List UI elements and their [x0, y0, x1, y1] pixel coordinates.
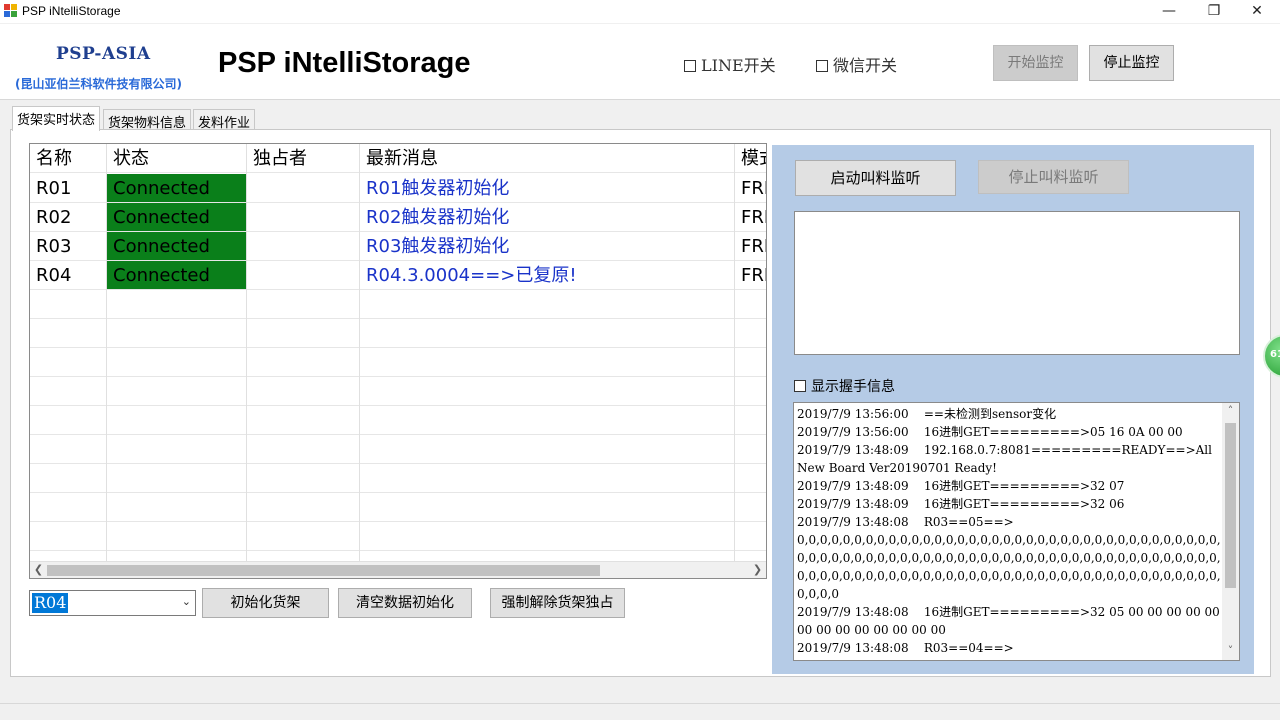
app-title: PSP iNtelliStorage [218, 47, 471, 79]
log-textbox[interactable]: 2019/7/9 13:56:00 ==未检测到sensor变化 2019/7/… [793, 402, 1240, 661]
minimize-button[interactable]: — [1146, 0, 1192, 23]
scrollbar-thumb[interactable] [1225, 423, 1236, 588]
table-row[interactable]: R01 Connected R01触发器初始化 FREE [30, 174, 766, 203]
restore-button[interactable]: ❐ [1191, 0, 1237, 23]
cell-message: R03触发器初始化 [360, 232, 735, 260]
cell-message: R04.3.0004==>已复原! [360, 261, 735, 289]
cell-mode: FREE [741, 178, 766, 199]
cell-status: Connected [107, 232, 247, 260]
empty-row [30, 406, 766, 435]
empty-row [30, 522, 766, 551]
grid-header-row: 名称 状态 独占者 最新消息 模式 [30, 144, 766, 173]
horizontal-scrollbar[interactable]: ❮ ❯ [30, 561, 766, 578]
column-header-mode[interactable]: 模式 [735, 144, 766, 172]
column-header-name[interactable]: 名称 [30, 144, 107, 172]
cell-owner [247, 261, 360, 289]
wechat-switch-checkbox[interactable]: 微信开关 [816, 52, 897, 76]
column-divider [359, 144, 360, 562]
empty-row [30, 464, 766, 493]
tab-rack-status[interactable]: 货架实时状态 [12, 106, 101, 131]
empty-row [30, 493, 766, 522]
column-header-owner[interactable]: 独占者 [247, 144, 360, 172]
cell-owner [247, 232, 360, 260]
stop-monitor-button[interactable]: 停止监控 [1089, 45, 1174, 81]
column-header-message[interactable]: 最新消息 [360, 144, 735, 172]
badge-count: 61 [1270, 349, 1280, 360]
table-row[interactable]: R04 Connected R04.3.0004==>已复原! FREE [30, 261, 766, 290]
stop-call-listen-button[interactable]: 停止叫料监听 [978, 160, 1129, 194]
line-switch-checkbox[interactable]: LINE开关 [684, 52, 776, 76]
window-title: PSP iNtelliStorage [22, 4, 121, 18]
show-handshake-label: 显示握手信息 [811, 379, 895, 395]
cell-name: R01 [30, 174, 107, 202]
chevron-down-icon[interactable]: ⌄ [182, 595, 191, 608]
column-divider [246, 144, 247, 562]
status-bar [0, 703, 1280, 720]
cell-owner [247, 203, 360, 231]
cell-name: R03 [30, 232, 107, 260]
force-release-button[interactable]: 强制解除货架独占 [490, 588, 625, 618]
logo-subtitle: (昆山亚伯兰科软件技有限公司) [15, 77, 182, 91]
cell-status: Connected [107, 174, 247, 202]
cell-message: R02触发器初始化 [360, 203, 735, 231]
cell-mode: FREE [741, 265, 766, 286]
scroll-right-icon[interactable]: ❯ [749, 562, 766, 578]
cell-mode: FREE [741, 207, 766, 228]
app-icon [4, 4, 17, 17]
empty-row [30, 348, 766, 377]
scroll-down-icon[interactable]: ˅ [1222, 643, 1239, 660]
cell-mode: FREE [741, 236, 766, 257]
empty-row [30, 319, 766, 348]
scroll-left-icon[interactable]: ❮ [30, 562, 47, 578]
call-message-textbox[interactable] [794, 211, 1240, 355]
table-row[interactable]: R02 Connected R02触发器初始化 FREE [30, 203, 766, 232]
tab-rack-material[interactable]: 货架物料信息 [103, 109, 192, 131]
empty-row [30, 290, 766, 319]
cell-message: R01触发器初始化 [360, 174, 735, 202]
rack-status-grid[interactable]: 名称 状态 独占者 最新消息 模式 R01 Connected R01触发器初始… [29, 143, 767, 579]
wechat-switch-label: 微信开关 [833, 56, 898, 75]
empty-row [30, 435, 766, 464]
checkbox-icon [794, 380, 806, 392]
scrollbar-thumb[interactable] [47, 565, 600, 576]
clear-init-button[interactable]: 清空数据初始化 [338, 588, 472, 618]
line-switch-label: LINE开关 [701, 56, 776, 75]
rack-select[interactable]: R04 ⌄ [29, 590, 196, 616]
checkbox-icon [816, 60, 828, 72]
cell-name: R02 [30, 203, 107, 231]
title-bar: PSP iNtelliStorage — ❐ ✕ [0, 0, 1280, 23]
start-call-listen-button[interactable]: 启动叫料监听 [795, 160, 956, 196]
column-divider [106, 144, 107, 562]
cell-status: Connected [107, 203, 247, 231]
checkbox-icon [684, 60, 696, 72]
logo-title: PSP-ASIA [56, 44, 151, 64]
show-handshake-checkbox[interactable]: 显示握手信息 [794, 376, 895, 396]
log-text: 2019/7/9 13:56:00 ==未检测到sensor变化 2019/7/… [797, 407, 1221, 655]
cell-name: R04 [30, 261, 107, 289]
column-header-status[interactable]: 状态 [107, 144, 247, 172]
start-monitor-button[interactable]: 开始监控 [993, 45, 1078, 81]
close-button[interactable]: ✕ [1234, 0, 1280, 23]
empty-row [30, 377, 766, 406]
scroll-up-icon[interactable]: ˄ [1222, 403, 1239, 420]
tab-dispatch[interactable]: 发料作业 [193, 109, 256, 131]
header: PSP-ASIA (昆山亚伯兰科软件技有限公司) PSP iNtelliStor… [0, 24, 1280, 100]
column-divider [734, 144, 735, 562]
init-rack-button[interactable]: 初始化货架 [202, 588, 329, 618]
cell-status: Connected [107, 261, 247, 289]
table-row[interactable]: R03 Connected R03触发器初始化 FREE [30, 232, 766, 261]
vertical-scrollbar[interactable]: ˄ ˅ [1222, 403, 1239, 660]
cell-owner [247, 174, 360, 202]
rack-select-value: R04 [32, 593, 69, 613]
